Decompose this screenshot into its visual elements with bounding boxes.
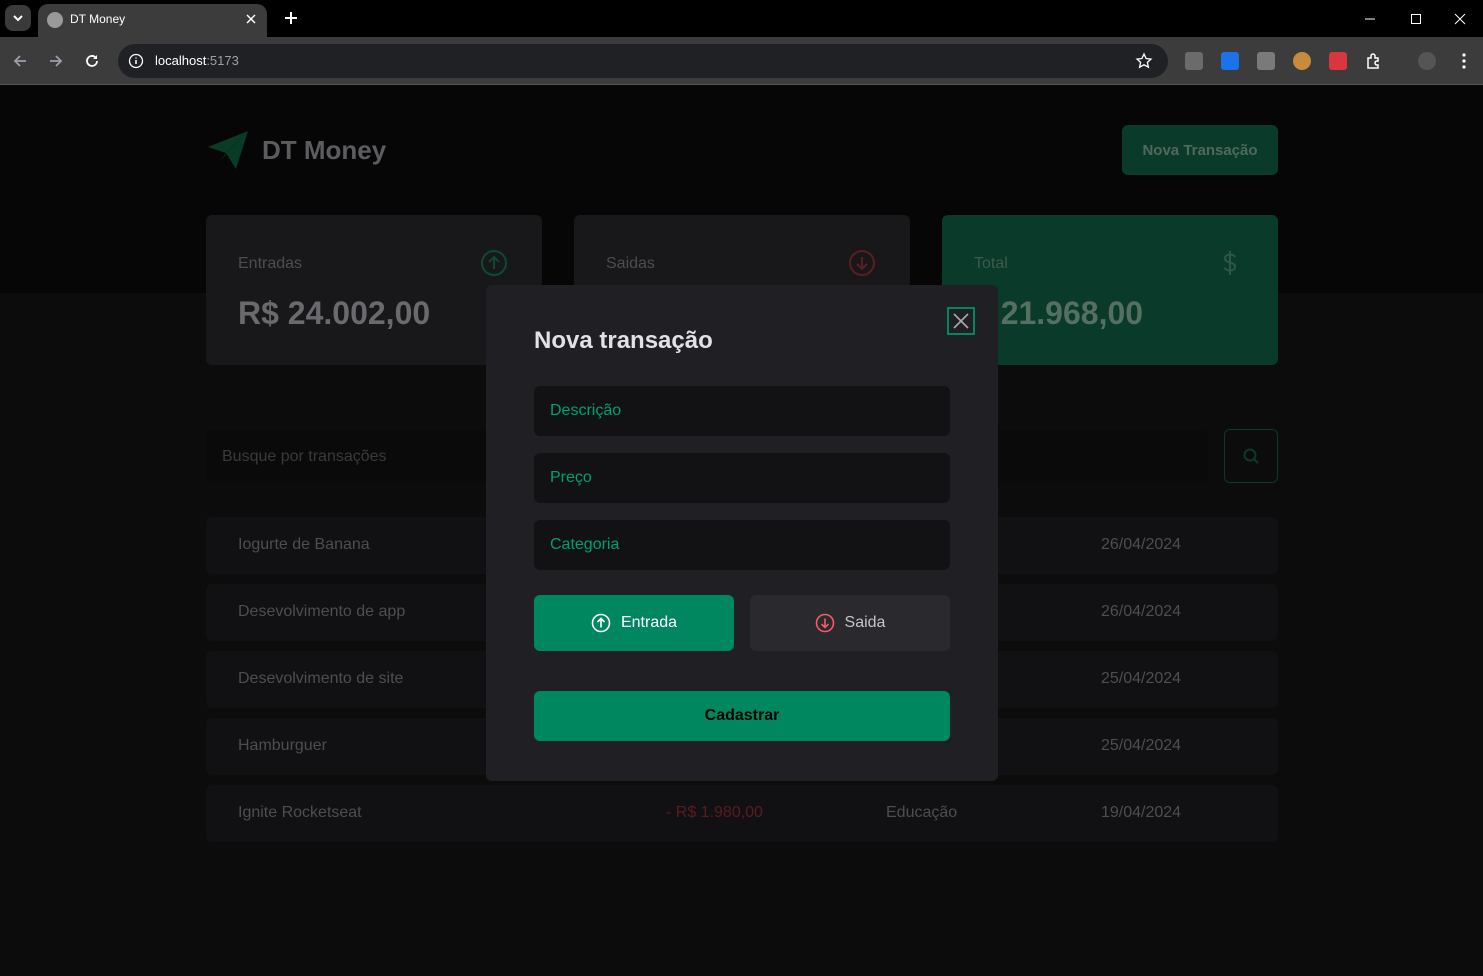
modal-title: Nova transação [534,327,713,354]
browser-menu-button[interactable] [1455,52,1473,70]
chevron-down-icon [13,15,23,22]
new-transaction-button[interactable]: Nova Transação [1122,125,1278,175]
new-transaction-modal: Nova transação Entrada Saida Cadastrar [486,285,998,781]
transaction-date: 26/04/2024 [1101,536,1182,553]
browser-toolbar: localhost:5173 [0,37,1483,85]
arrow-circle-down-icon [815,613,834,633]
url-text: localhost:5173 [155,53,239,68]
description-field[interactable] [534,386,950,436]
income-type-label: Entrada [620,614,678,631]
transaction-date: 26/04/2024 [1101,603,1182,620]
browser-tab[interactable]: DT Money [38,4,267,37]
dollar-icon [1223,251,1237,275]
arrow-left-icon [13,55,26,67]
price-field[interactable] [534,453,950,503]
address-bar[interactable]: localhost:5173 [118,44,1168,78]
outcome-type-label: Saida [844,614,886,631]
transaction-description: Iogurte de Banana [238,536,370,553]
brand-name: DT Money [262,135,387,165]
site-info-icon[interactable] [126,51,146,71]
search-button[interactable] [1224,429,1278,483]
reload-icon [86,55,98,67]
extension-react-icon[interactable] [1329,52,1347,70]
tab-title: DT Money [70,12,126,26]
close-icon [246,14,256,24]
category-field[interactable] [534,520,950,570]
reload-button[interactable] [80,49,104,73]
plus-icon [285,12,297,24]
income-type-button[interactable]: Entrada [534,595,734,651]
transaction-price: - R$ 1.980,00 [666,804,763,821]
logo-icon [208,131,248,169]
transaction-category: Educação [886,804,958,821]
window-close-button[interactable] [1437,0,1483,37]
transaction-description: Hamburguer [238,737,327,754]
transaction-description: Desevolvimento de site [238,670,404,687]
new-tab-button[interactable] [280,7,302,29]
url-port: :5173 [206,53,239,68]
transaction-description: Ignite Rocketseat [238,804,362,821]
maximize-icon [1411,13,1421,24]
transaction-date: 25/04/2024 [1101,670,1182,687]
arrow-right-icon [50,55,63,67]
arrow-circle-up-icon [591,613,611,633]
submit-button[interactable]: Cadastrar [534,691,950,741]
table-row: Ignite Rocketseat - R$ 1.980,00 Educação… [206,785,1278,842]
modal-close-button[interactable] [947,307,975,335]
transaction-date: 19/04/2024 [1101,804,1182,821]
tab-close-button[interactable] [242,10,260,28]
tab-list-button[interactable] [5,5,31,31]
extension-code-icon[interactable] [1257,52,1275,70]
extension-printer-icon[interactable] [1185,52,1203,70]
browser-tabbar: DT Money [0,0,1483,37]
arrow-circle-down-icon [849,250,875,276]
bookmark-star-icon[interactable] [1134,51,1154,71]
forward-button[interactable] [44,49,68,73]
total-value: $ 21.968,00 [974,295,1144,331]
minimize-button[interactable] [1347,0,1393,37]
globe-icon [47,12,63,28]
income-value: R$ 24.002,00 [238,295,431,331]
extensions-puzzle-icon[interactable] [1365,52,1383,70]
income-label: Entradas [238,255,303,272]
search-icon [1243,448,1259,464]
close-icon [953,313,969,329]
profile-avatar[interactable] [1418,52,1436,70]
arrow-circle-up-icon [481,250,507,276]
transaction-date: 25/04/2024 [1101,737,1182,754]
close-icon [1454,13,1466,24]
maximize-button[interactable] [1393,0,1439,37]
total-label: Total [974,255,1008,272]
back-button[interactable] [8,49,32,73]
more-vertical-icon [1462,53,1466,69]
outcome-label: Saidas [606,255,655,272]
extension-translate-icon[interactable] [1221,52,1239,70]
outcome-type-button[interactable]: Saida [750,595,950,651]
minimize-icon [1365,18,1375,19]
transaction-description: Desevolvimento de app [238,603,406,620]
extension-cookie-icon[interactable] [1293,52,1311,70]
url-host: localhost [155,53,207,68]
